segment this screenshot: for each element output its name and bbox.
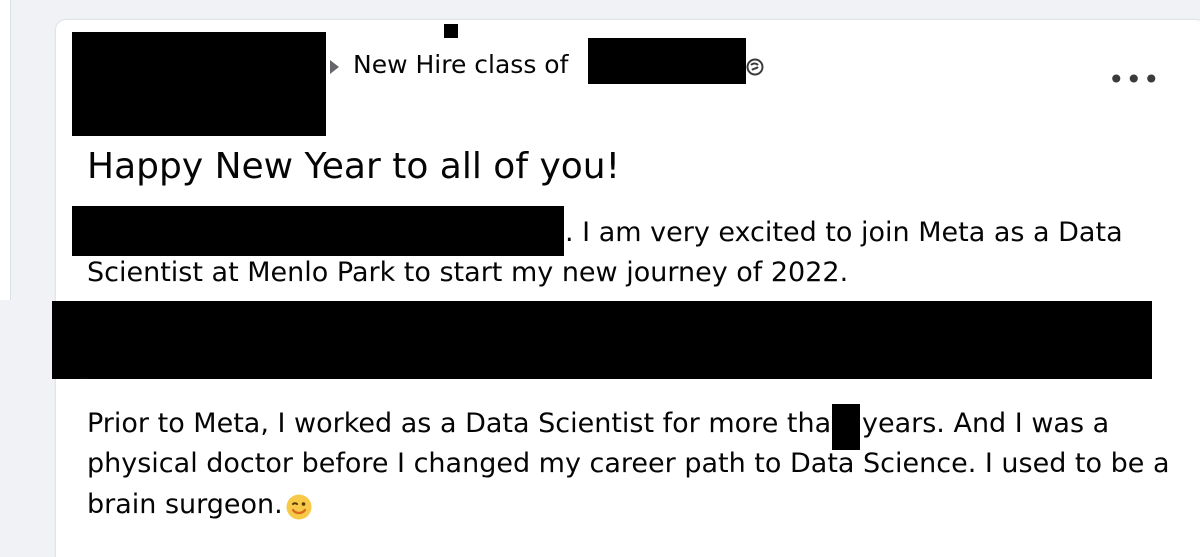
more-options-icon[interactable]: •••: [1108, 66, 1160, 94]
prior-line-3: brain surgeon.: [87, 489, 283, 520]
group-label[interactable]: New Hire class of: [353, 50, 568, 79]
redacted-top-marker: [444, 24, 458, 38]
redacted-paragraph: [52, 301, 1152, 379]
redacted-intro-name: [72, 206, 564, 256]
redaction-underline: [80, 377, 88, 379]
page: New Hire class of ••• Happy New Year to …: [0, 0, 1200, 557]
redacted-author-avatar-name: [72, 32, 326, 136]
redacted-years-count: [832, 404, 860, 450]
prior-line-1-part-b: years. And I was a: [862, 408, 1110, 439]
post-title: Happy New Year to all of you!: [87, 146, 621, 187]
winking-face-emoji-icon: [286, 494, 312, 520]
intro-line-1: . I am very excited to join Meta as a Da…: [565, 217, 1123, 248]
prior-line-2: physical doctor before I changed my care…: [87, 448, 1170, 479]
globe-icon: [746, 58, 764, 76]
prior-line-1-part-a: Prior to Meta, I worked as a Data Scient…: [87, 408, 849, 439]
redacted-group-name: [588, 38, 746, 84]
left-scroll-bar[interactable]: [0, 0, 11, 300]
intro-line-2: Scientist at Menlo Park to start my new …: [87, 257, 849, 288]
group-arrow-icon: [330, 60, 339, 74]
